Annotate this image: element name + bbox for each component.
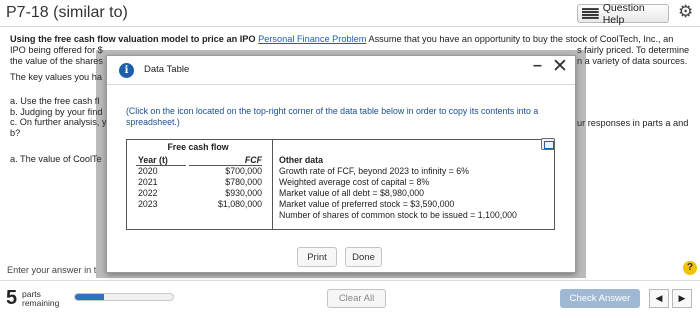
done-button[interactable]: Done [345,247,382,267]
info-icon: i [119,63,134,78]
other-data-column: Other data Growth rate of FCF, beyond 20… [279,155,549,221]
question-line3-right: n a variety of data sources. [577,56,688,66]
table-cell-fcf: $930,000 [225,188,262,198]
clear-all-button[interactable]: Clear All [327,289,386,308]
progress-bar [74,293,174,301]
table-cell-year: 2022 [138,188,158,198]
part-c-text: c. On further analysis, y [10,117,107,127]
part-b-text: b. Judging by your find [10,106,103,117]
responses-text: ur responses in parts a and [577,118,689,128]
previous-button[interactable]: ◀ [649,289,669,308]
table-cell-fcf: $1,080,000 [217,199,262,209]
remaining-label: remaining [22,297,60,308]
question-help-button[interactable]: Question Help [577,1,669,26]
gear-icon[interactable]: ⚙ [678,3,693,21]
part-a-answer-label: a. The value of CoolTe [10,154,102,164]
footer-divider [0,280,700,281]
fcf-caption: Free cash flow [167,142,229,152]
part-c-end: b? [10,127,21,138]
close-button[interactable]: ✕ [552,55,568,78]
page-title: P7-18 (similar to) [6,4,128,21]
data-table: Free cash flow Year (t) 2020 2021 2022 2… [126,139,555,230]
parts-remaining-label: parts remaining [22,290,59,307]
list-icon [582,8,599,19]
table-cell-fcf: $780,000 [225,177,262,187]
dialog-title: Data Table [144,64,190,75]
check-answer-button[interactable]: Check Answer [560,289,640,308]
copy-to-spreadsheet-icon[interactable] [541,138,555,150]
data-table-dialog: i Data Table – ✕ (Click on the icon loca… [106,55,576,273]
copy-instructions: (Click on the icon located on the top-ri… [126,106,539,127]
year-column: Year (t) 2020 2021 2022 2023 [136,155,186,210]
other-data-item: Market value of preferred stock = $3,590… [279,199,455,209]
question-parts: a. Use the free cash fl b. Judging by yo… [10,96,107,138]
parts-remaining-count: 5 [6,287,18,309]
key-values-text: The key values you ha [10,72,102,82]
question-line3-left: the value of the shares [10,56,103,66]
year-header: Year (t) [136,155,186,166]
table-cell-year: 2021 [138,177,158,187]
next-button[interactable]: ▶ [672,289,692,308]
table-cell-year: 2020 [138,166,158,176]
other-data-item: Number of shares of common stock to be i… [279,210,517,220]
fcf-header: FCF [189,155,262,166]
part-a-text: a. Use the free cash fl [10,96,100,106]
question-line2-left: IPO being offered for $ [10,45,103,55]
column-divider [272,140,273,229]
other-data-item: Market value of all debt = $8,980,000 [279,188,425,198]
other-data-item: Weighted average cost of capital = 8% [279,177,430,187]
question-lead: Using the free cash flow valuation model… [10,34,256,44]
personal-finance-link[interactable]: Personal Finance Problem [258,34,366,44]
question-line1-tail: Assume that you have an opportunity to b… [368,34,674,44]
fcf-column: FCF $700,000 $780,000 $930,000 $1,080,00… [189,155,262,210]
question-line2-right: s fairly priced. To determine [577,45,690,55]
other-data-item: Growth rate of FCF, beyond 2023 to infin… [279,166,469,176]
question-help-label: Question Help [602,1,645,26]
page-header: P7-18 (similar to) Question Help ⚙ [0,0,700,27]
minimize-button[interactable]: – [533,57,542,75]
enter-answer-hint: Enter your answer in t [7,265,97,275]
other-data-header: Other data [279,155,323,165]
table-cell-year: 2023 [138,199,158,209]
table-cell-fcf: $700,000 [225,166,262,176]
progress-fill [75,294,105,300]
help-icon[interactable]: ? [683,261,697,275]
print-button[interactable]: Print [297,247,337,267]
dialog-header: i Data Table – ✕ [107,56,575,85]
